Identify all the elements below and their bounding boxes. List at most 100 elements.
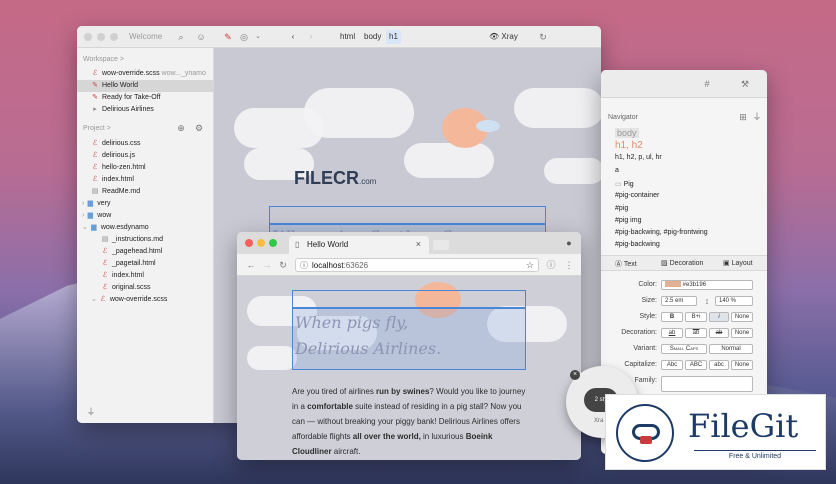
face-icon[interactable]: ☺ (195, 31, 207, 43)
decoration-underline-button[interactable]: ab (661, 328, 683, 338)
close-window-button[interactable] (84, 33, 92, 41)
doc-icon: ▤ (101, 236, 109, 243)
project-item[interactable]: ℰoriginal.scss (77, 282, 214, 294)
forward-button[interactable]: › (305, 30, 317, 44)
size-field[interactable]: 2.5 em (661, 296, 697, 306)
nav-item[interactable]: #pig-backwing (615, 241, 660, 248)
browser-toolbar: ← → ↻ ⓘ localhost:63626 ☆ ⓘ ⋮ (237, 254, 581, 276)
nav-item[interactable]: #pig-backwing, #pig-frontwing (615, 229, 708, 236)
nav-item[interactable]: #pig-container (615, 192, 659, 199)
nav-item[interactable]: a (615, 167, 619, 174)
disclosure-icon[interactable]: ⌄ (91, 296, 97, 303)
search-icon[interactable]: ⌕ (175, 31, 187, 43)
hash-icon[interactable]: # (701, 78, 713, 90)
close-icon[interactable]: × (570, 370, 580, 380)
disclosure-icon[interactable]: › (82, 200, 84, 207)
pencil-icon[interactable]: ✎ (222, 31, 234, 43)
capitalize-title-button[interactable]: Abc (661, 360, 683, 370)
profile-icon[interactable]: ● (563, 237, 575, 249)
tab-decoration[interactable]: ▨ Decoration (661, 259, 703, 267)
workspace-heading[interactable]: Workspace > (83, 56, 124, 63)
capitalize-none-button[interactable]: None (731, 360, 753, 370)
refresh-icon[interactable]: ↻ (537, 31, 549, 43)
gear-icon[interactable]: ⚙ (193, 122, 205, 134)
nav-item[interactable]: #pig (615, 205, 628, 212)
style-italic-button[interactable]: i (709, 312, 729, 322)
project-folder[interactable]: ⌄ ▆ wow.esdynamo (77, 222, 214, 234)
tab-layout[interactable]: ▣ Layout (723, 259, 753, 267)
style-none-button[interactable]: None (731, 312, 753, 322)
project-heading[interactable]: Project > (83, 125, 111, 132)
project-folder[interactable]: › ▆ very (77, 198, 214, 210)
close-tab-icon[interactable]: × (416, 239, 421, 249)
breadcrumb-body[interactable]: body (361, 30, 384, 44)
project-item[interactable]: ℰindex.html (77, 174, 214, 186)
disclosure-icon[interactable]: ⌄ (82, 224, 88, 231)
menu-icon[interactable]: ⋮ (563, 259, 575, 271)
workspace-item[interactable]: ▸ Delirious Airlines (77, 104, 214, 116)
filter-icon[interactable]: ⏚ (85, 406, 97, 418)
capitalize-lower-button[interactable]: abc (709, 360, 729, 370)
nav-item[interactable]: #pig img (615, 217, 641, 224)
url-text: localhost:63626 (312, 261, 369, 270)
selection-box[interactable] (269, 206, 546, 224)
project-folder[interactable]: › ▆ wow (77, 210, 214, 222)
style-bold-italic-button[interactable]: B+i (685, 312, 707, 322)
breadcrumb-h1[interactable]: h1 (386, 30, 401, 44)
project-item[interactable]: ℰ _pagetail.html (77, 258, 214, 270)
minimize-window-button[interactable] (257, 239, 265, 247)
project-item[interactable]: ℰhello-zen.html (77, 162, 214, 174)
address-bar[interactable]: ⓘ localhost:63626 ☆ (295, 258, 539, 272)
chevron-down-icon[interactable]: ⌄ (252, 31, 264, 43)
star-icon[interactable]: ☆ (526, 260, 534, 271)
project-item[interactable]: ▤ _instructions.md (77, 234, 214, 246)
file-icon: ℰ (92, 164, 98, 171)
decoration-strike-button[interactable]: ab (709, 328, 729, 338)
project-item[interactable]: ▤ ReadMe.md (77, 186, 214, 198)
color-field[interactable]: #e3b196 (661, 280, 753, 290)
minimize-window-button[interactable] (97, 33, 105, 41)
color-swatch (665, 281, 681, 288)
variant-smallcaps-button[interactable]: Small Caps (661, 344, 707, 354)
project-item[interactable]: ℰdelirious.css (77, 138, 214, 150)
nav-item[interactable]: ▭ Pig (615, 180, 634, 188)
add-rule-icon[interactable]: ⊞ (737, 111, 749, 123)
project-item[interactable]: ⌄ ℰwow-override.scss (77, 294, 214, 306)
capitalize-upper-button[interactable]: ABC (685, 360, 707, 370)
tab-text[interactable]: Ⓐ Text (615, 259, 637, 269)
nav-item-h1-h2[interactable]: h1, h2 (615, 140, 643, 151)
filter-icon[interactable]: ⏚ (751, 111, 763, 123)
wrench-icon[interactable]: ⚒ (739, 78, 751, 90)
info-icon[interactable]: ⓘ (545, 259, 557, 271)
breadcrumb-html[interactable]: html (337, 30, 358, 44)
workspace-item[interactable]: ✎ Ready for Take-Off (77, 92, 214, 104)
zoom-window-button[interactable] (269, 239, 277, 247)
workspace-item[interactable]: ℰwow-override.scss wow..._ynamo (77, 68, 214, 80)
workspace-item[interactable]: ✎ Hello World (77, 80, 214, 92)
close-window-button[interactable] (245, 239, 253, 247)
eye-menu-icon[interactable]: ◎ (238, 31, 250, 43)
selection-box[interactable] (292, 290, 526, 308)
zoom-window-button[interactable] (110, 33, 118, 41)
browser-tabbar: ▯ Hello World × ● (237, 232, 581, 254)
xray-toggle[interactable]: 👁 Xray (489, 30, 518, 44)
add-file-icon[interactable]: ⊕ (175, 122, 187, 134)
forward-icon[interactable]: → (261, 259, 273, 271)
back-button[interactable]: ‹ (287, 30, 299, 44)
decoration-none-button[interactable]: None (731, 328, 753, 338)
project-item[interactable]: ℰ _pagehead.html (77, 246, 214, 258)
nav-item[interactable]: h1, h2, p, ul, hr (615, 154, 662, 161)
new-tab-button[interactable] (433, 240, 449, 250)
style-bold-button[interactable]: B (661, 312, 683, 322)
decoration-overline-button[interactable]: ab (685, 328, 707, 338)
project-item[interactable]: ℰdelirious.js (77, 150, 214, 162)
back-icon[interactable]: ← (245, 259, 257, 271)
disclosure-icon[interactable]: › (82, 212, 84, 219)
nav-item-body[interactable]: body (615, 128, 639, 138)
line-height-field[interactable]: 140 % (715, 296, 753, 306)
browser-tab[interactable]: ▯ Hello World × (289, 236, 429, 254)
project-item[interactable]: ℰindex.html (77, 270, 214, 282)
variant-normal-button[interactable]: Normal (709, 344, 753, 354)
family-field[interactable] (661, 376, 753, 392)
reload-icon[interactable]: ↻ (277, 259, 289, 271)
